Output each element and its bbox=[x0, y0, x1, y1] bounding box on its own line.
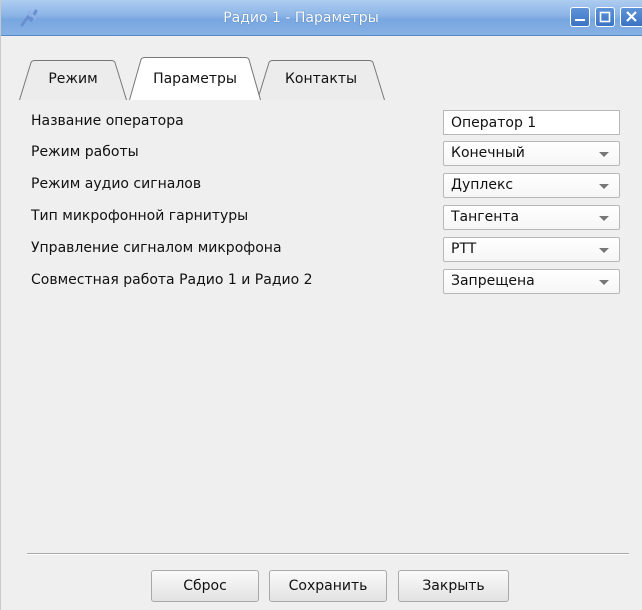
close-button[interactable]: Закрыть bbox=[398, 570, 509, 602]
maximize-button[interactable] bbox=[595, 7, 615, 27]
row-headset-type: Тип микрофонной гарнитуры Тангента bbox=[31, 203, 629, 231]
settings-window: Радио 1 - Параметры Режим Контакты Парам… bbox=[0, 0, 642, 610]
joint-operation-value: Запрещена bbox=[451, 273, 535, 289]
title-bar[interactable]: Радио 1 - Параметры bbox=[1, 0, 642, 36]
tab-mode[interactable]: Режим bbox=[19, 56, 127, 100]
tab-params[interactable]: Параметры bbox=[129, 56, 261, 100]
row-mic-control: Управление сигналом микрофона PTT bbox=[31, 235, 629, 263]
joint-operation-label: Совместная работа Радио 1 и Радио 2 bbox=[31, 272, 313, 288]
tab-contacts[interactable]: Контакты bbox=[257, 56, 385, 100]
row-operator-name: Название оператора bbox=[31, 108, 629, 136]
maximize-icon bbox=[599, 11, 611, 23]
tab-mode-label: Режим bbox=[48, 71, 98, 87]
tab-bar: Режим Контакты Параметры bbox=[19, 56, 419, 100]
minimize-button[interactable] bbox=[570, 7, 590, 27]
operator-name-input[interactable] bbox=[443, 110, 620, 135]
chevron-down-icon bbox=[599, 152, 609, 157]
headset-type-value: Тангента bbox=[451, 209, 520, 225]
tab-params-label: Параметры bbox=[153, 71, 237, 87]
row-audio-mode: Режим аудио сигналов Дуплекс bbox=[31, 171, 629, 199]
joint-operation-select[interactable]: Запрещена bbox=[443, 269, 620, 294]
close-icon bbox=[626, 11, 637, 22]
row-joint-operation: Совместная работа Радио 1 и Радио 2 Запр… bbox=[31, 267, 629, 295]
work-mode-label: Режим работы bbox=[31, 144, 139, 160]
close-window-button[interactable] bbox=[620, 7, 642, 27]
audio-mode-value: Дуплекс bbox=[451, 177, 514, 193]
operator-name-label: Название оператора bbox=[31, 113, 184, 129]
mic-control-label: Управление сигналом микрофона bbox=[31, 240, 282, 256]
work-mode-select[interactable]: Конечный bbox=[443, 141, 620, 166]
chevron-down-icon bbox=[599, 248, 609, 253]
mic-control-value: PTT bbox=[451, 241, 477, 257]
row-work-mode: Режим работы Конечный bbox=[31, 139, 629, 167]
save-button[interactable]: Сохранить bbox=[269, 570, 387, 602]
footer-divider bbox=[27, 553, 629, 555]
mic-control-select[interactable]: PTT bbox=[443, 237, 620, 262]
work-mode-value: Конечный bbox=[451, 145, 525, 161]
headset-type-select[interactable]: Тангента bbox=[443, 205, 620, 230]
audio-mode-label: Режим аудио сигналов bbox=[31, 176, 202, 192]
headset-type-label: Тип микрофонной гарнитуры bbox=[31, 208, 249, 224]
audio-mode-select[interactable]: Дуплекс bbox=[443, 173, 620, 198]
chevron-down-icon bbox=[599, 280, 609, 285]
reset-button[interactable]: Сброс bbox=[151, 570, 259, 602]
chevron-down-icon bbox=[599, 216, 609, 221]
chevron-down-icon bbox=[599, 184, 609, 189]
tab-contacts-label: Контакты bbox=[284, 71, 358, 87]
minimize-icon bbox=[575, 19, 585, 21]
window-title: Радио 1 - Параметры bbox=[223, 10, 379, 26]
